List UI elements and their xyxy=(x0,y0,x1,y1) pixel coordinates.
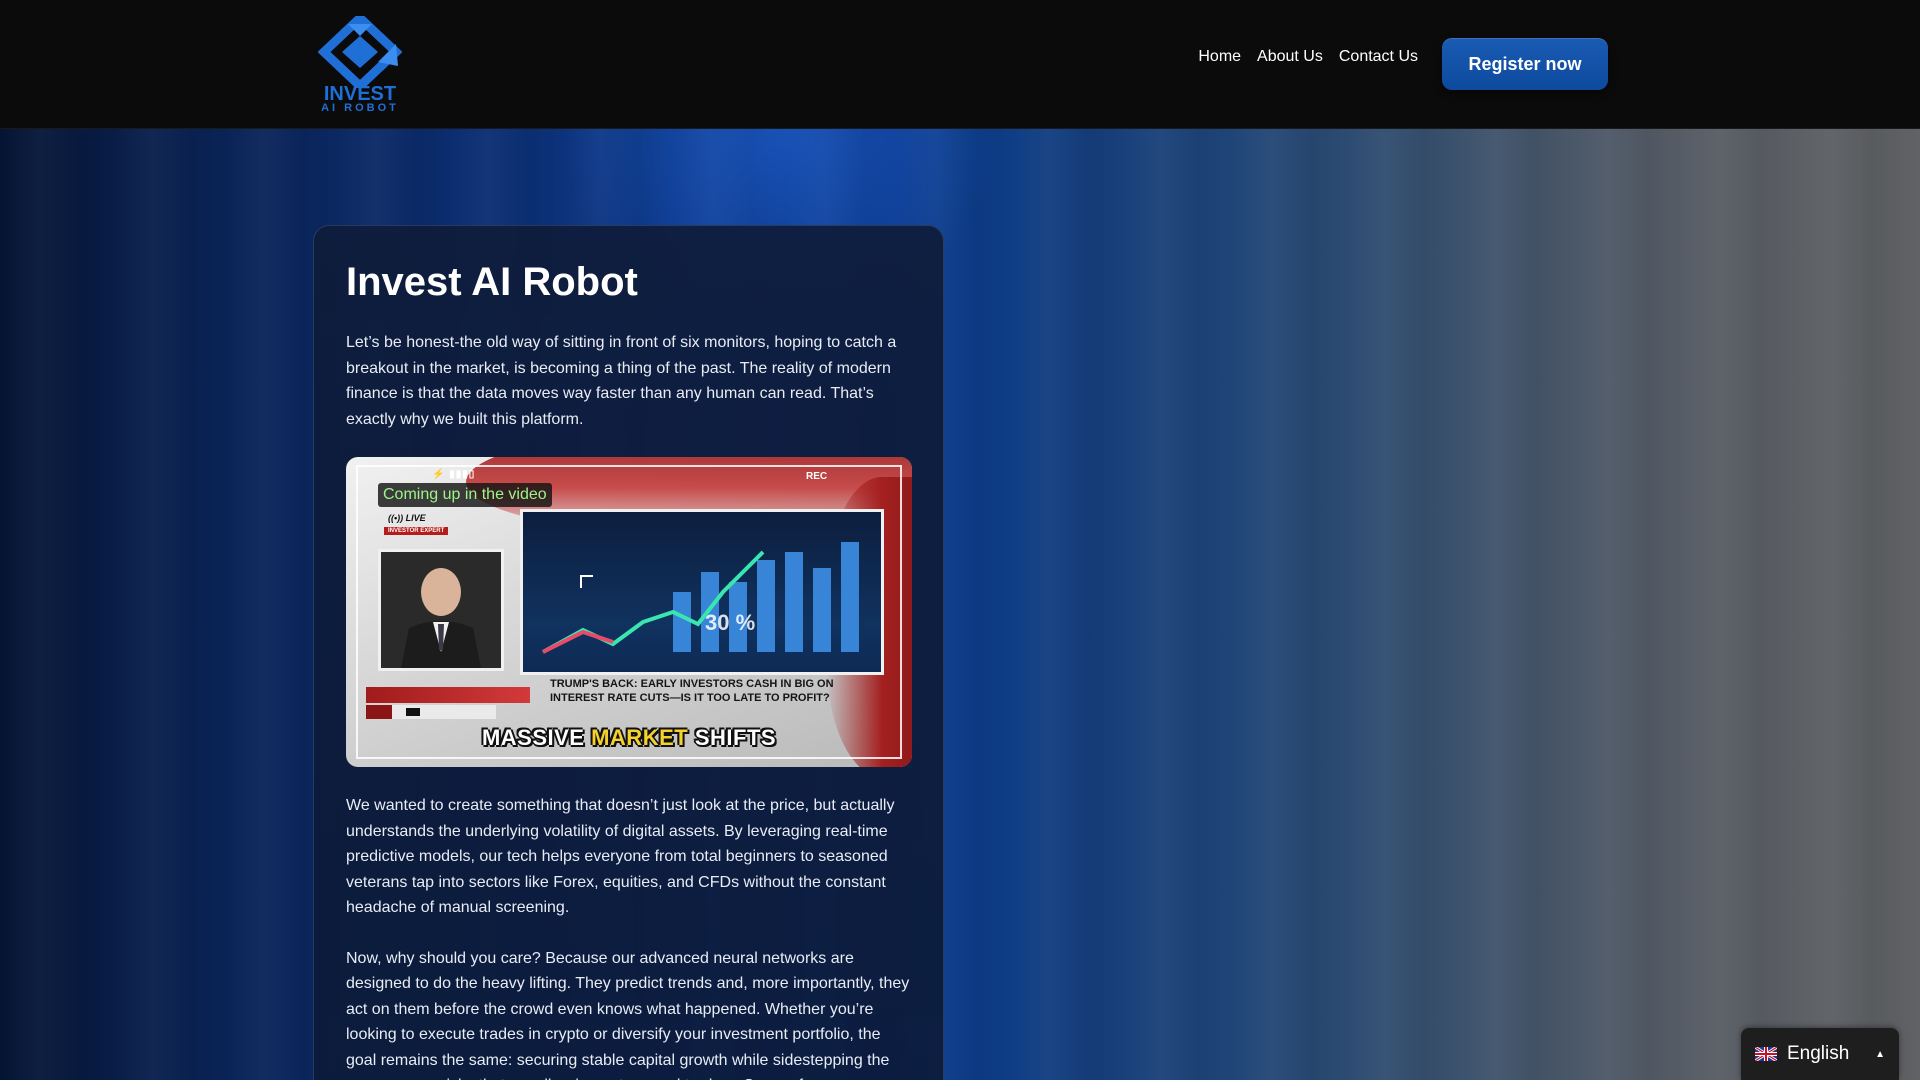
market-chart-illustration: 30 % xyxy=(542,542,859,654)
logo-wordmark: INVEST xyxy=(323,83,397,105)
video-caption: MASSIVE MARKET SHIFTS xyxy=(346,725,912,751)
video-thumbnail[interactable]: ⚡ ▮▮▮▯ REC Coming up in the video ((•)) … xyxy=(346,457,912,767)
lower-third-bar xyxy=(366,687,530,703)
language-selector[interactable]: English ▲ xyxy=(1741,1028,1899,1080)
body-paragraph-1: We wanted to create something that doesn… xyxy=(346,797,895,916)
body-paragraph-2: Now, why should you care? Because our ad… xyxy=(346,949,910,1080)
language-label: English xyxy=(1787,1043,1850,1064)
live-label: ((•)) LIVE xyxy=(388,513,426,523)
video-caption-part-2: MARKET xyxy=(591,725,689,750)
site-header: INVEST AI ROBOT Home About Us Contact Us… xyxy=(0,0,1920,129)
brand-logo[interactable]: INVEST AI ROBOT xyxy=(317,11,403,114)
logo-tagline: AI ROBOT xyxy=(321,102,399,114)
video-caption-part-3: SHIFTS xyxy=(694,725,777,750)
video-caption-part-1: MASSIVE xyxy=(481,725,585,750)
news-anchor-illustration xyxy=(381,552,501,668)
page-title: Invest AI Robot xyxy=(346,260,638,304)
content-card: Invest AI Robot Let’s be honest-the old … xyxy=(313,225,944,1080)
video-headline: TRUMP'S BACK: EARLY INVESTORS CASH IN BI… xyxy=(550,678,834,704)
nav-home[interactable]: Home xyxy=(1198,48,1241,66)
logo-mark-icon xyxy=(317,11,403,93)
battery-icon: ⚡ ▮▮▮▯ xyxy=(432,469,476,480)
news-anchor-image xyxy=(378,549,504,671)
market-chart-image: 30 % xyxy=(520,509,884,675)
chart-percent-label: 30 % xyxy=(705,610,755,635)
uk-flag-icon xyxy=(1754,1045,1778,1063)
video-overlay-label: Coming up in the video xyxy=(378,483,552,507)
main-nav: Home About Us Contact Us xyxy=(1198,48,1418,66)
live-badge: ((•)) LIVE INVESTOR EXPERT xyxy=(380,511,500,539)
nav-about-us[interactable]: About Us xyxy=(1257,48,1323,66)
rec-indicator: REC xyxy=(806,471,828,482)
investor-expert-label: INVESTOR EXPERT xyxy=(384,527,449,535)
intro-paragraph: Let’s be honest-the old way of sitting i… xyxy=(346,334,897,428)
nav-contact-us[interactable]: Contact Us xyxy=(1339,48,1418,66)
register-now-button[interactable]: Register now xyxy=(1442,38,1608,90)
lower-third-bar-secondary xyxy=(366,705,496,719)
chevron-up-icon: ▲ xyxy=(1875,1048,1885,1060)
